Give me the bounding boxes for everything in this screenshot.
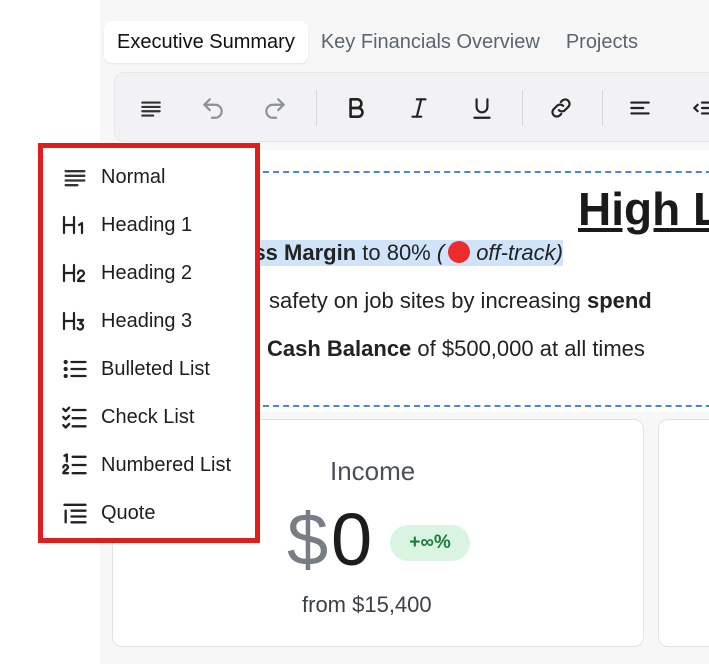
dropdown-item-label: Heading 1 [101, 213, 193, 236]
editor-toolbar [114, 72, 709, 142]
tab-executive-summary[interactable]: Executive Summary [104, 21, 308, 63]
dropdown-item-label: Heading 2 [101, 261, 193, 284]
document-heading[interactable]: High L [578, 182, 709, 236]
goal-line-cash-balance[interactable]: Cash Balance of $500,000 at all times [267, 336, 645, 362]
dropdown-item-heading-2[interactable]: Heading 2 [61, 251, 192, 295]
paragraph-lines-icon [61, 162, 91, 192]
redo-button[interactable] [258, 91, 292, 125]
align-left-button[interactable] [623, 91, 657, 125]
goal-line-safety[interactable]: safety on job sites by increasing spend [269, 288, 652, 314]
tab-key-financials-overview[interactable]: Key Financials Overview [308, 21, 553, 63]
dropdown-item-numbered-list[interactable]: Numbered List [61, 443, 231, 487]
italic-icon [411, 98, 427, 118]
toolbar-divider [316, 90, 317, 126]
underline-icon [473, 98, 491, 119]
dropdown-item-label: Bulleted List [101, 357, 210, 380]
bold-icon [349, 98, 364, 118]
paragraph-style-icon [141, 101, 161, 117]
dropdown-item-label: Numbered List [101, 453, 232, 476]
dropdown-item-label: Quote [101, 501, 156, 524]
bold-button[interactable] [339, 91, 373, 125]
heading-2-icon [61, 258, 91, 288]
goal-bold-text: spend [586, 288, 652, 313]
income-card-title: Income [330, 456, 416, 486]
dropdown-item-check-list[interactable]: Check List [61, 395, 194, 439]
outdent-icon [692, 101, 709, 115]
toolbar-divider [602, 90, 603, 126]
income-change-badge: +∞% [390, 525, 470, 561]
heading-1-icon [61, 210, 91, 240]
dropdown-item-label: Check List [101, 405, 195, 428]
paragraph-style-button[interactable] [134, 91, 168, 125]
tab-bar: Executive Summary Key Financials Overvie… [104, 20, 651, 64]
underline-button[interactable] [465, 91, 499, 125]
status-dot-icon [448, 241, 471, 263]
bullet-list-icon [61, 354, 91, 384]
dropdown-item-label: Heading 3 [101, 309, 193, 332]
goal-text: to 80% [356, 240, 437, 265]
undo-button[interactable] [196, 91, 230, 125]
goal-text: of $500,000 at all times [411, 336, 645, 361]
numbered-list-icon [61, 450, 91, 480]
dropdown-item-normal[interactable]: Normal [61, 155, 165, 199]
goal-text: safety on job sites by increasing [269, 288, 587, 313]
redo-icon [265, 98, 285, 119]
next-kpi-card[interactable] [658, 419, 709, 647]
undo-icon [203, 98, 223, 119]
link-button[interactable] [544, 91, 578, 125]
align-left-icon [630, 101, 650, 115]
check-list-icon [61, 402, 91, 432]
tab-projects[interactable]: Projects [553, 21, 651, 63]
italic-button[interactable] [402, 91, 436, 125]
block-type-dropdown: Normal Heading 1 Heading 2 Heading 3 Bul… [38, 143, 260, 543]
income-amount: 0 [331, 498, 373, 581]
dropdown-item-heading-1[interactable]: Heading 1 [61, 203, 192, 247]
dropdown-item-quote[interactable]: Quote [61, 491, 155, 535]
toolbar-divider [522, 90, 523, 126]
quote-icon [61, 498, 91, 528]
link-icon [551, 98, 571, 118]
goal-line-gross-margin[interactable]: oss Margin to 80% (off-track) [240, 240, 563, 266]
dropdown-item-label: Normal [101, 165, 166, 188]
income-from-value: from $15,400 [302, 592, 432, 617]
outdent-button[interactable] [685, 91, 709, 125]
dropdown-item-heading-3[interactable]: Heading 3 [61, 299, 192, 343]
income-currency: $ [287, 498, 329, 581]
goal-bold-text: Cash Balance [267, 336, 412, 361]
status-text: off-track [476, 240, 556, 265]
heading-3-icon [61, 306, 91, 336]
dropdown-item-bulleted-list[interactable]: Bulleted List [61, 347, 210, 391]
